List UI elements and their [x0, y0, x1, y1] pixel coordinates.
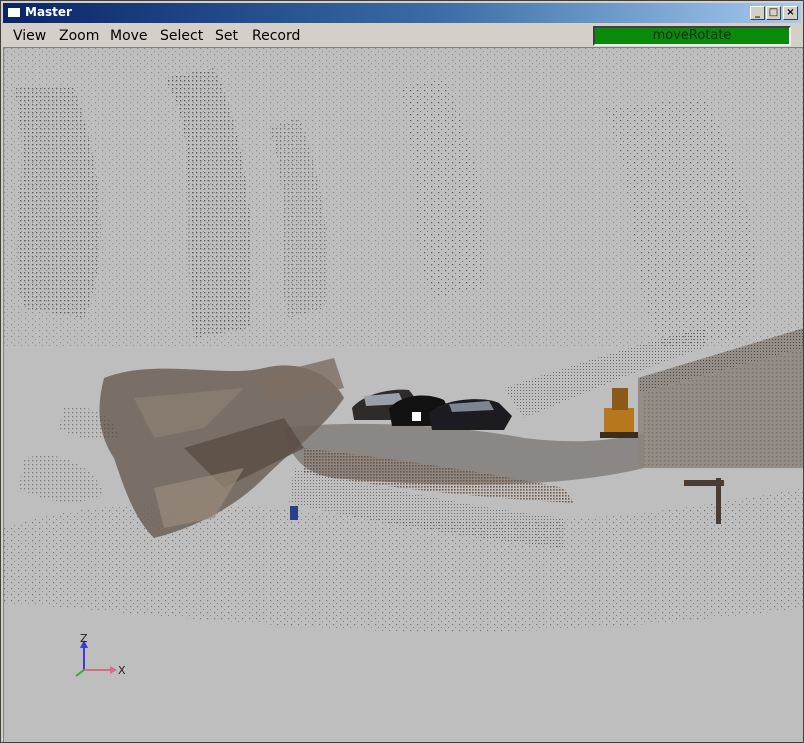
- menu-bar: View Zoom Move Select Set Record moveRot…: [3, 24, 801, 47]
- z-axis-label: Z: [80, 632, 88, 645]
- x-axis-label: X: [118, 664, 126, 677]
- debris-fragments-left: [19, 455, 104, 503]
- menu-set[interactable]: Set: [215, 28, 238, 44]
- minimize-button[interactable]: _: [750, 6, 765, 20]
- y-axis-line: [75, 669, 85, 677]
- menu-view[interactable]: View: [13, 28, 46, 44]
- axis-triad: Z X: [75, 632, 126, 677]
- point-cloud-scene: Z X: [4, 48, 803, 677]
- blue-object: [290, 506, 298, 520]
- menu-move[interactable]: Move: [110, 28, 148, 44]
- menu-zoom[interactable]: Zoom: [59, 28, 99, 44]
- window-title: Master: [25, 5, 72, 19]
- x-axis-arrow: [110, 666, 117, 674]
- post-crossbar: [684, 480, 724, 486]
- mode-button[interactable]: moveRotate: [593, 26, 791, 46]
- title-bar[interactable]: Master _ □ ×: [3, 3, 801, 23]
- maximize-button[interactable]: □: [766, 6, 781, 20]
- master-window: Master _ □ × View Zoom Move Select Set R…: [0, 0, 804, 743]
- close-button[interactable]: ×: [783, 6, 798, 20]
- menu-select[interactable]: Select: [160, 28, 203, 44]
- selection-marker: [412, 412, 421, 421]
- window-icon: [7, 7, 21, 18]
- menu-record[interactable]: Record: [252, 28, 300, 44]
- yellow-vehicle: [600, 388, 638, 438]
- point-cloud-viewport[interactable]: Z X: [3, 47, 803, 742]
